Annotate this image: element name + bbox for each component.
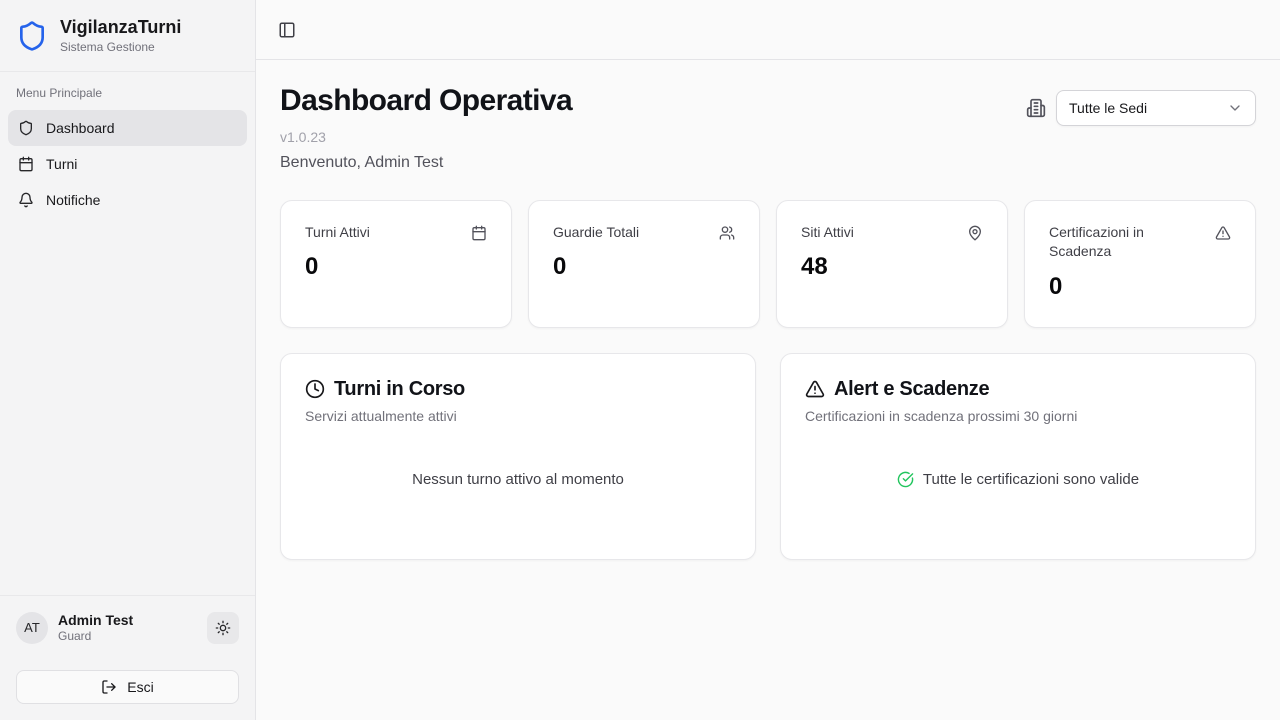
stat-label: Certificazioni in Scadenza — [1049, 223, 1207, 262]
avatar: AT — [16, 612, 48, 644]
empty-state-message: Nessun turno attivo al momento — [412, 471, 624, 488]
stat-card-turni-attivi: Turni Attivi 0 — [280, 200, 512, 328]
panel-subtitle: Servizi attualmente attivi — [305, 408, 731, 424]
sidebar-item-label: Notifiche — [46, 192, 100, 208]
map-pin-icon — [967, 225, 983, 241]
building-icon — [1026, 98, 1046, 118]
panel-title: Alert e Scadenze — [834, 378, 989, 401]
stat-label: Turni Attivi — [305, 223, 370, 243]
sidebar-item-turni[interactable]: Turni — [8, 146, 247, 182]
sidebar-footer: AT Admin Test Guard Esci — [0, 595, 255, 720]
logout-icon — [101, 679, 117, 695]
stat-card-siti-attivi: Siti Attivi 48 — [776, 200, 1008, 328]
page-title: Dashboard Operativa — [280, 84, 572, 119]
clock-icon — [305, 379, 325, 399]
stat-label: Guardie Totali — [553, 223, 639, 243]
panel-left-icon — [278, 21, 296, 39]
shield-logo-icon — [16, 20, 48, 52]
welcome-text: Benvenuto, Admin Test — [280, 154, 572, 172]
panel-alert-scadenze: Alert e Scadenze Certificazioni in scade… — [780, 353, 1256, 560]
topbar — [256, 0, 1280, 60]
app-subtitle: Sistema Gestione — [60, 40, 181, 54]
panels-grid: Turni in Corso Servizi attualmente attiv… — [280, 353, 1256, 560]
sidebar-item-label: Dashboard — [46, 120, 115, 136]
app-title: VigilanzaTurni — [60, 17, 181, 39]
user-role: Guard — [58, 629, 197, 644]
stats-grid: Turni Attivi 0 Guardie Totali 0 — [280, 200, 1256, 328]
alert-triangle-icon — [805, 379, 825, 399]
header-controls: Tutte le Sedi — [1026, 90, 1256, 126]
alert-triangle-icon — [1215, 225, 1231, 241]
nav-section-label: Menu Principale — [8, 86, 247, 110]
app-version: v1.0.23 — [280, 129, 572, 145]
stat-value: 0 — [553, 253, 735, 281]
stat-value: 0 — [305, 253, 487, 281]
sun-icon — [215, 620, 231, 636]
main-area: Dashboard Operativa v1.0.23 Benvenuto, A… — [256, 0, 1280, 720]
check-circle-icon — [897, 471, 914, 488]
user-row: AT Admin Test Guard — [16, 612, 239, 645]
empty-state-message: Tutte le certificazioni sono valide — [923, 471, 1139, 488]
chevron-down-icon — [1227, 100, 1243, 116]
stat-card-guardie-totali: Guardie Totali 0 — [528, 200, 760, 328]
logout-button[interactable]: Esci — [16, 670, 239, 704]
site-filter-value: Tutte le Sedi — [1069, 100, 1147, 116]
sidebar-item-dashboard[interactable]: Dashboard — [8, 110, 247, 146]
stat-value: 48 — [801, 253, 983, 281]
sidebar-item-notifiche[interactable]: Notifiche — [8, 182, 247, 218]
dashboard-content: Dashboard Operativa v1.0.23 Benvenuto, A… — [256, 60, 1280, 720]
app-brand: VigilanzaTurni Sistema Gestione — [0, 0, 255, 72]
main-nav: Menu Principale Dashboard Turni Notifich… — [0, 72, 255, 218]
panel-turni-in-corso: Turni in Corso Servizi attualmente attiv… — [280, 353, 756, 560]
sidebar-item-label: Turni — [46, 156, 77, 172]
calendar-icon — [18, 156, 34, 172]
sidebar: VigilanzaTurni Sistema Gestione Menu Pri… — [0, 0, 256, 720]
calendar-icon — [471, 225, 487, 241]
stat-card-certificazioni: Certificazioni in Scadenza 0 — [1024, 200, 1256, 328]
sidebar-toggle-button[interactable] — [278, 21, 296, 39]
stat-value: 0 — [1049, 273, 1231, 301]
users-icon — [719, 225, 735, 241]
user-name: Admin Test — [58, 612, 197, 630]
logout-label: Esci — [127, 679, 153, 695]
bell-icon — [18, 192, 34, 208]
panel-title: Turni in Corso — [334, 378, 465, 401]
page-header: Dashboard Operativa v1.0.23 Benvenuto, A… — [280, 84, 1256, 172]
theme-toggle-button[interactable] — [207, 612, 239, 644]
shield-icon — [18, 120, 34, 136]
stat-label: Siti Attivi — [801, 223, 854, 243]
panel-subtitle: Certificazioni in scadenza prossimi 30 g… — [805, 408, 1231, 424]
site-filter-select[interactable]: Tutte le Sedi — [1056, 90, 1256, 126]
